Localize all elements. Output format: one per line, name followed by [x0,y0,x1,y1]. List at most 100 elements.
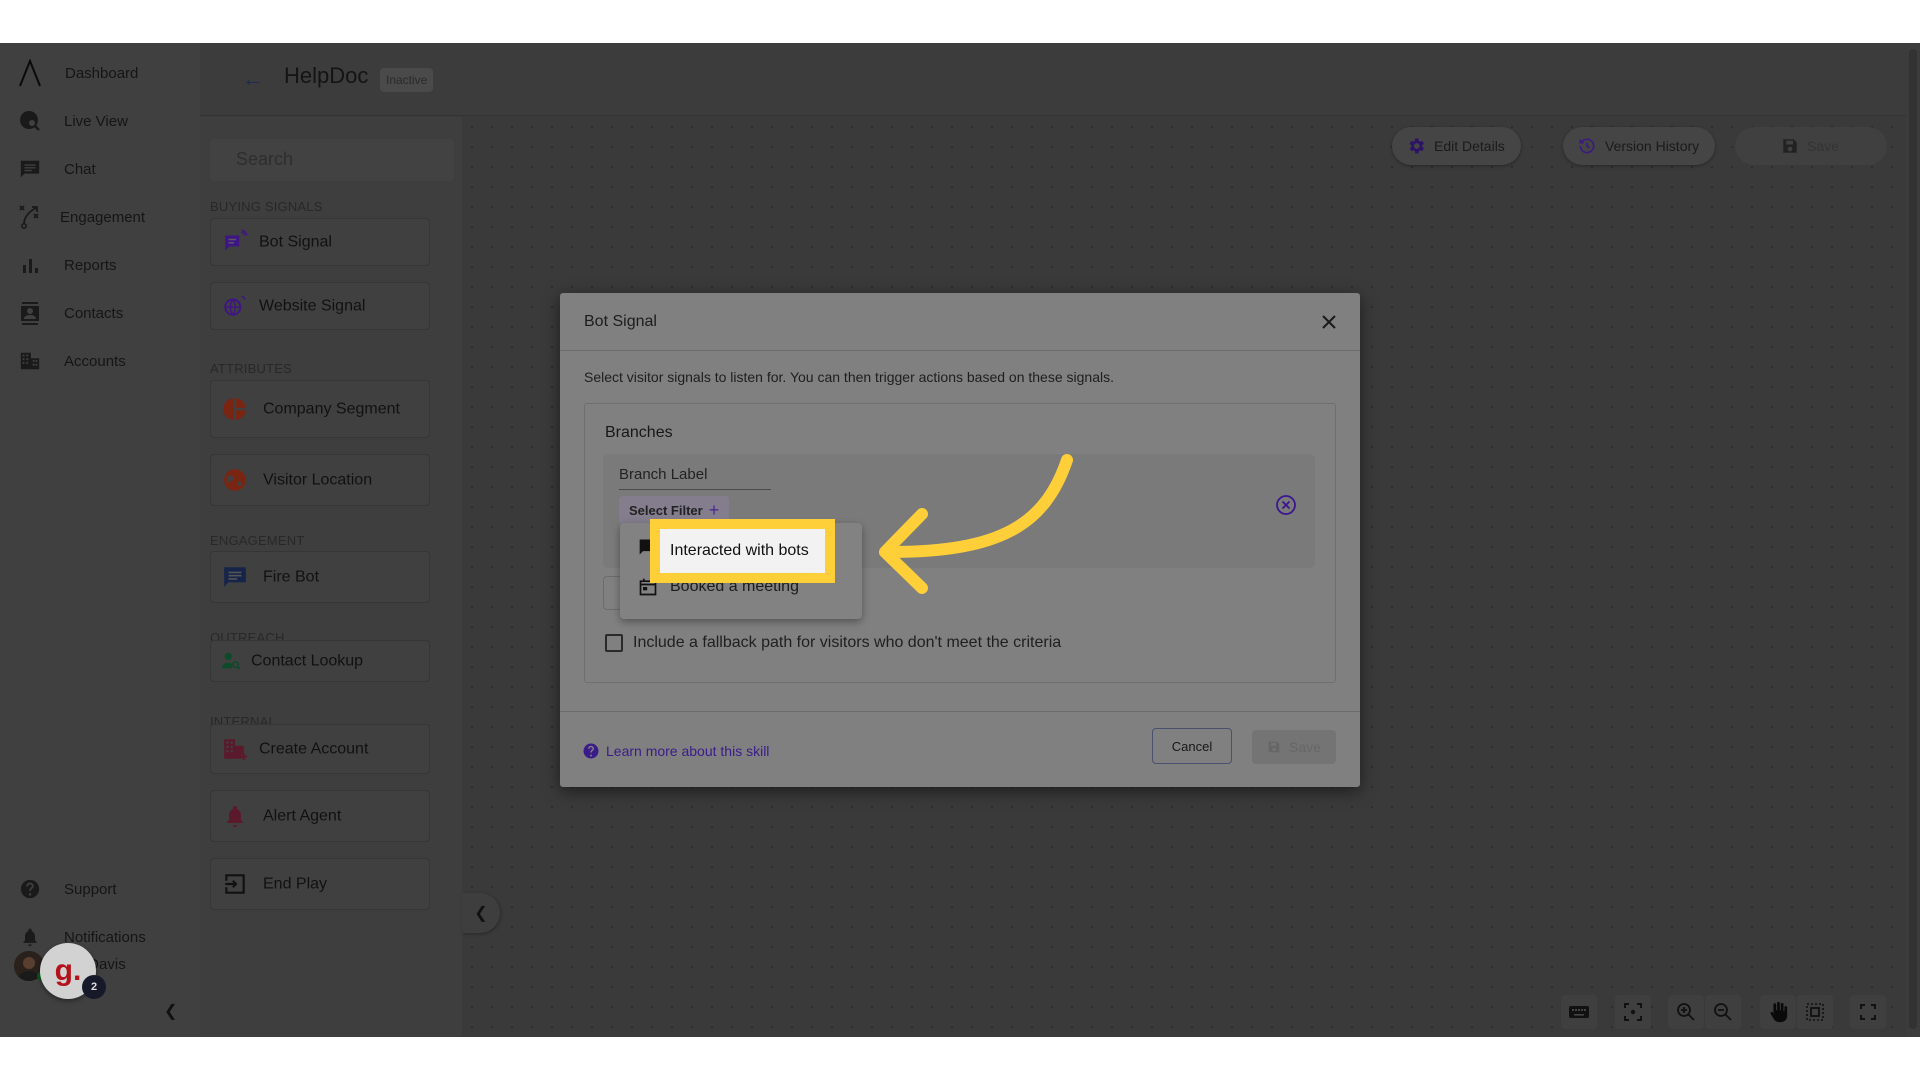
fullscreen-icon [1860,1004,1876,1020]
chat-widget-badge: 2 [82,975,106,999]
skill-card-contact-lookup[interactable]: Contact Lookup [210,640,430,682]
live-view-icon [18,109,42,133]
nav-item-chat[interactable]: Chat [0,151,200,187]
modal-description: Select visitor signals to listen for. Yo… [584,369,1114,385]
nav-label: Reports [64,256,117,274]
remove-branch-button[interactable] [1275,494,1297,516]
floppy-icon [1268,741,1280,753]
search-placeholder: Search [236,149,294,169]
close-icon [1322,315,1336,329]
nav-item-accounts[interactable]: Accounts [0,343,200,379]
back-arrow-icon[interactable]: ← [242,65,270,93]
branches-title: Branches [605,424,673,441]
pan-tool-button[interactable] [1760,995,1796,1029]
version-history-label: Version History [1605,138,1700,154]
edit-details-label: Edit Details [1434,138,1505,154]
nav-item-notifications[interactable]: Notifications [0,919,200,955]
building-add-icon [221,735,249,763]
chat-bot-icon [221,563,249,591]
nav-item-engagement[interactable]: Engagement [0,199,200,235]
pie-chart-icon [221,395,249,423]
website-signal-icon [221,292,249,320]
zoom-in-icon [1677,1003,1695,1021]
save-button[interactable]: Save [1252,730,1336,764]
cancel-button[interactable]: Cancel [1152,728,1232,764]
globe-icon [221,466,249,494]
nav-label: Engagement [60,208,146,226]
save-flow-button[interactable]: Save [1735,127,1887,165]
nav-label: Dashboard [65,64,139,82]
help-circle-icon [583,743,599,759]
bell-icon [18,925,42,949]
nav-item-live-view[interactable]: Live View [0,103,200,139]
help-icon [18,877,42,901]
highlighted-option-label: Interacted with bots [670,542,809,559]
bell-alert-icon [221,802,249,830]
keyboard-shortcuts-button[interactable] [1561,995,1597,1029]
floppy-icon [1783,139,1797,153]
bottom-margin [0,1037,1920,1080]
scrollbar-thumb[interactable] [1909,49,1917,1029]
highlighted-option-interacted-with-bots[interactable]: Interacted with bots [650,519,835,583]
nav-label: Support [64,880,117,898]
nav-label: Notifications [64,928,146,946]
learn-more-link[interactable]: Learn more about this skill [582,742,769,760]
contacts-icon [18,301,42,325]
skill-card-fire-bot[interactable]: Fire Bot [210,551,430,603]
exit-icon [221,870,249,898]
select-tool-button[interactable] [1797,995,1833,1029]
nav-item-reports[interactable]: Reports [0,247,200,283]
skill-card-website-signal[interactable]: Website Signal [210,282,430,330]
close-button[interactable] [1316,309,1342,335]
reports-icon [18,253,42,277]
skill-card-company-segment[interactable]: Company Segment [210,380,430,438]
collapse-nav-chevron-icon[interactable]: ❮ [164,1001,177,1021]
fallback-label: Include a fallback path for visitors who… [633,634,1062,651]
skill-card-label: Website Signal [259,297,366,315]
skill-card-label: Alert Agent [263,807,342,825]
circle-x-icon [1276,495,1296,515]
hand-icon [1770,1001,1788,1023]
chat-icon [18,157,42,181]
top-bar: ← HelpDoc Inactive [200,43,1920,116]
chat-widget-logo: g. [54,954,82,987]
fallback-checkbox[interactable] [605,634,623,652]
nav-label: Accounts [64,352,126,370]
skill-card-label: Create Account [259,740,369,758]
version-history-button[interactable]: Version History [1563,127,1716,165]
contact-search-icon [217,647,245,675]
skill-card-alert-agent[interactable]: Alert Agent [210,790,430,842]
nav-item-support[interactable]: Support [0,871,200,907]
plus-icon: + [708,499,720,520]
keyboard-icon [1569,1006,1589,1018]
skill-card-end-play[interactable]: End Play [210,858,430,910]
modal-header: Bot Signal [560,293,1360,351]
nav-label: Chat [64,160,96,178]
chevron-left-icon: ❮ [474,905,488,922]
vertical-scrollbar[interactable] [1906,43,1920,1037]
logo-icon [18,59,42,87]
learn-more-label: Learn more about this skill [606,743,770,759]
fit-view-button[interactable] [1615,995,1651,1029]
skill-card-visitor-location[interactable]: Visitor Location [210,454,430,506]
skill-card-create-account[interactable]: Create Account [210,724,430,774]
branch-label-input[interactable]: Branch Label [619,464,771,490]
zoom-out-button[interactable] [1705,995,1741,1029]
fullscreen-button[interactable] [1850,995,1886,1029]
skill-search-input[interactable]: Search [210,139,454,181]
nav-item-dashboard[interactable]: Dashboard [0,55,200,91]
focus-icon [1624,1003,1642,1021]
skill-card-bot-signal[interactable]: Bot Signal [210,218,430,266]
skill-card-label: Contact Lookup [251,652,364,670]
fallback-checkbox-row[interactable]: Include a fallback path for visitors who… [605,634,1061,652]
section-label-engagement: ENGAGEMENT [210,533,305,548]
zoom-in-button[interactable] [1668,995,1704,1029]
skill-card-label: Bot Signal [259,233,332,251]
gear-icon [1409,138,1424,154]
nav-label: Live View [64,112,128,130]
save-flow-label: Save [1807,138,1839,154]
nav-label: Contacts [64,304,124,322]
edit-details-button[interactable]: Edit Details [1392,127,1521,165]
save-label: Save [1289,739,1321,755]
nav-item-contacts[interactable]: Contacts [0,295,200,331]
